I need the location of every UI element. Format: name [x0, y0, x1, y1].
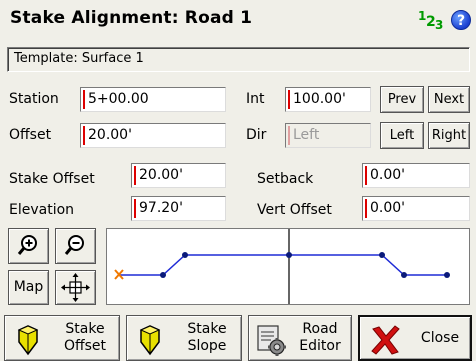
road-editor-line2: Editor — [299, 338, 341, 354]
help-icon[interactable]: ? — [451, 10, 471, 30]
station-field[interactable]: 5+00.00 — [80, 87, 226, 112]
stake-slope-line2: Slope — [187, 338, 227, 354]
right-button[interactable]: Right — [428, 122, 470, 149]
profile-point — [286, 252, 292, 258]
profile-point — [401, 272, 407, 278]
direction-label: Dir — [246, 127, 267, 143]
zoom-out-icon — [64, 235, 84, 255]
pan-icon — [61, 273, 90, 302]
direction-field: Left — [285, 123, 371, 148]
elevation-label: Elevation — [9, 202, 75, 218]
prev-button[interactable]: Prev — [380, 86, 424, 113]
stake-offset-line2: Offset — [63, 338, 107, 354]
stake-slope-button[interactable]: Stake Slope — [126, 315, 242, 361]
pan-button[interactable] — [55, 270, 96, 305]
close-x-icon — [371, 325, 400, 355]
setback-label: Setback — [257, 171, 314, 187]
vert-offset-label: Vert Offset — [257, 202, 332, 218]
close-label: Close — [420, 330, 460, 346]
profile-points — [160, 252, 450, 278]
offset-label: Offset — [9, 127, 52, 143]
stake-offset-button[interactable]: Stake Offset — [4, 315, 120, 361]
window-title: Stake Alignment: Road 1 — [10, 8, 253, 28]
zoom-out-button[interactable] — [55, 228, 96, 264]
stake-slope-line1: Stake — [187, 321, 227, 337]
stake-icon — [139, 325, 161, 356]
profile-line — [120, 254, 447, 276]
stake-icon — [17, 325, 39, 356]
profile-point — [444, 272, 450, 278]
road-editor-button[interactable]: Road Editor — [248, 315, 352, 361]
setback-field[interactable]: 0.00' — [362, 163, 470, 188]
station-label: Station — [9, 91, 59, 107]
left-button[interactable]: Left — [380, 122, 424, 149]
zoom-in-icon — [17, 235, 37, 255]
interval-label: Int — [246, 91, 265, 107]
zoom-in-button[interactable] — [8, 228, 49, 264]
close-button[interactable]: Close — [358, 315, 472, 361]
profile-point — [160, 272, 166, 278]
stake-offset-label: Stake Offset — [9, 171, 95, 187]
title-bar: Stake Alignment: Road 1 1 2 3 ? — [0, 0, 476, 40]
profile-point — [379, 252, 385, 258]
stake-offset-field[interactable]: 20.00' — [131, 163, 226, 188]
vert-offset-field[interactable]: 0.00' — [362, 196, 470, 221]
offset-field[interactable]: 20.00' — [80, 123, 226, 148]
road-editor-line1: Road — [302, 321, 338, 337]
cross-section-graph[interactable] — [106, 228, 470, 305]
numeric-keypad-icon[interactable]: 1 2 3 — [418, 9, 446, 32]
elevation-field[interactable]: 97.20' — [131, 196, 226, 221]
road-editor-icon — [257, 325, 286, 356]
interval-field[interactable]: 100.00' — [285, 87, 371, 112]
map-button[interactable]: Map — [8, 270, 49, 305]
next-button[interactable]: Next — [428, 86, 470, 113]
cross-section-plot — [114, 229, 450, 304]
profile-point — [182, 252, 188, 258]
template-display: Template: Surface 1 — [7, 47, 470, 72]
stake-offset-line1: Stake — [65, 321, 105, 337]
